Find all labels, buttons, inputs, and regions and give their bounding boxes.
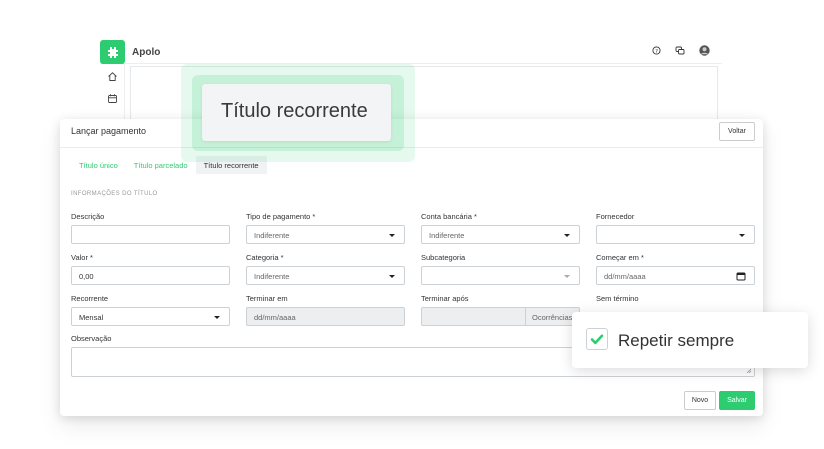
supplier-label: Fornecedor (596, 212, 635, 221)
svg-text:?: ? (655, 49, 658, 55)
calendar-icon[interactable] (736, 271, 746, 283)
new-button[interactable]: Novo (684, 391, 716, 410)
repeat-always-label: Repetir sempre (618, 331, 735, 350)
payment-type-select[interactable]: Indiferente (246, 225, 405, 244)
amount-label: Valor * (71, 253, 93, 262)
description-label: Descrição (71, 212, 105, 221)
modal-title: Lançar pagamento (71, 126, 147, 136)
amount-input[interactable]: 0,00 (71, 266, 230, 285)
app-name: Apolo (132, 47, 161, 58)
description-input[interactable] (71, 225, 230, 244)
section-heading: INFORMAÇÕES DO TÍTULO (71, 191, 158, 197)
chevron-down-icon (564, 275, 570, 278)
app-topbar: Apolo ? (100, 38, 722, 64)
chevron-down-icon (389, 234, 395, 237)
callout-title-text: Título recorrente (221, 100, 368, 122)
calendar-icon[interactable] (107, 91, 118, 103)
category-value: Indiferente (254, 272, 290, 281)
end-after-label: Terminar após (421, 294, 469, 303)
start-date-input[interactable]: dd/mm/aaaa (596, 266, 755, 285)
supplier-select[interactable] (596, 225, 755, 244)
category-label: Categoria * (246, 253, 284, 262)
end-after-input: Ocorrências (421, 307, 580, 326)
occurrences-addon: Ocorrências (525, 308, 579, 325)
payment-modal: Lançar pagamento Voltar Título único Tít… (60, 119, 763, 416)
home-icon[interactable] (107, 69, 118, 81)
help-icon[interactable]: ? (652, 46, 661, 55)
chevron-down-icon (214, 316, 220, 319)
avatar[interactable] (699, 45, 710, 56)
recurring-title-callout: Título recorrente (202, 84, 391, 141)
end-date-input: dd/mm/aaaa (246, 307, 405, 326)
save-button[interactable]: Salvar (719, 391, 755, 410)
bank-account-select[interactable]: Indiferente (421, 225, 580, 244)
recurrence-select[interactable]: Mensal (71, 307, 230, 326)
puzzle-logo-icon (100, 40, 125, 64)
bank-account-value: Indiferente (429, 231, 465, 240)
notes-label: Observação (71, 334, 112, 343)
chevron-down-icon (564, 234, 570, 237)
bank-account-label: Conta bancária * (421, 212, 477, 221)
end-date-label: Terminar em (246, 294, 288, 303)
subcategory-label: Subcategoria (421, 253, 466, 262)
chevron-down-icon (389, 275, 395, 278)
back-button[interactable]: Voltar (719, 122, 755, 141)
subcategory-select[interactable] (421, 266, 580, 285)
checkmark-icon (590, 334, 604, 345)
resize-handle-icon[interactable] (746, 368, 752, 374)
chevron-down-icon (739, 234, 745, 237)
payment-type-label: Tipo de pagamento * (246, 212, 316, 221)
repeat-always-callout: Repetir sempre (572, 312, 808, 368)
no-end-label: Sem término (596, 294, 639, 303)
start-date-label: Começar em * (596, 253, 644, 262)
tab-single[interactable]: Título único (71, 156, 126, 174)
start-date-value: dd/mm/aaaa (604, 272, 646, 281)
repeat-always-checkbox[interactable] (586, 328, 608, 350)
payment-type-value: Indiferente (254, 231, 290, 240)
recurrence-label: Recorrente (71, 294, 109, 303)
category-select[interactable]: Indiferente (246, 266, 405, 285)
chat-icon[interactable] (675, 46, 685, 55)
recurrence-value: Mensal (79, 313, 104, 322)
